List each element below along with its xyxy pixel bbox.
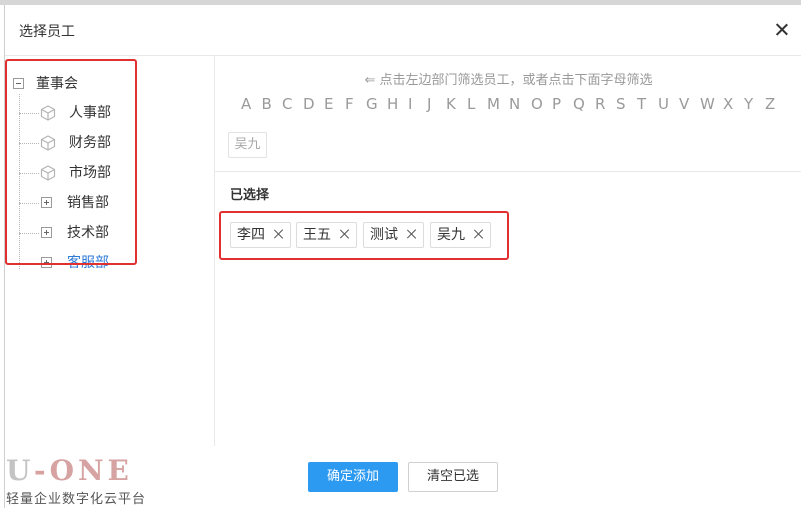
letter-filter[interactable]: V <box>679 95 689 113</box>
letter-filter[interactable]: C <box>282 95 292 113</box>
section-divider <box>215 171 801 172</box>
letter-filter[interactable]: D <box>303 95 315 113</box>
brand-subtitle: 轻量企业数字化云平台 <box>6 492 147 507</box>
letter-filter[interactable]: P <box>552 95 561 113</box>
letter-filter[interactable]: Z <box>765 95 775 113</box>
letter-filter[interactable]: U <box>658 95 669 113</box>
letter-filter[interactable]: H <box>387 95 398 113</box>
letter-filter[interactable]: R <box>595 95 605 113</box>
letter-filter[interactable]: Q <box>573 95 585 113</box>
letter-filter[interactable]: M <box>487 95 500 113</box>
letter-filter[interactable]: W <box>700 95 715 113</box>
letter-filter[interactable]: S <box>616 95 626 113</box>
letter-filter[interactable]: T <box>637 95 646 113</box>
dialog-title: 选择员工 <box>19 24 75 40</box>
employee-option[interactable]: 吴九 <box>228 132 267 158</box>
letter-filter[interactable]: A <box>241 95 251 113</box>
letter-filter[interactable]: J <box>427 95 431 113</box>
letter-filter[interactable]: G <box>366 95 378 113</box>
letter-filter[interactable]: B <box>262 95 272 113</box>
confirm-add-button[interactable]: 确定添加 <box>308 462 398 492</box>
letter-filter[interactable]: F <box>345 95 354 113</box>
brand-logo: U-ONE <box>6 454 133 487</box>
letter-filter[interactable]: K <box>446 95 456 113</box>
watermark-logo: U-ONE 轻量企业数字化云平台 <box>6 454 147 508</box>
letter-filter[interactable]: Y <box>744 95 753 113</box>
highlight-box-tree <box>5 59 137 265</box>
selected-section-title: 已选择 <box>230 188 270 203</box>
highlight-box-selected <box>219 211 509 260</box>
filter-hint: ⇐ 点击左边部门筛选员工，或者点击下面字母筛选 <box>364 73 653 88</box>
letter-filter[interactable]: N <box>509 95 520 113</box>
close-icon[interactable] <box>772 20 792 40</box>
letter-filter[interactable]: E <box>324 95 333 113</box>
clear-selected-button[interactable]: 清空已选 <box>408 462 498 492</box>
dialog-header: 选择员工 <box>5 5 801 56</box>
letter-filter[interactable]: O <box>531 95 543 113</box>
letter-filter[interactable]: L <box>467 95 475 113</box>
letter-filter[interactable]: X <box>723 95 733 113</box>
letter-filter[interactable]: I <box>408 95 412 113</box>
